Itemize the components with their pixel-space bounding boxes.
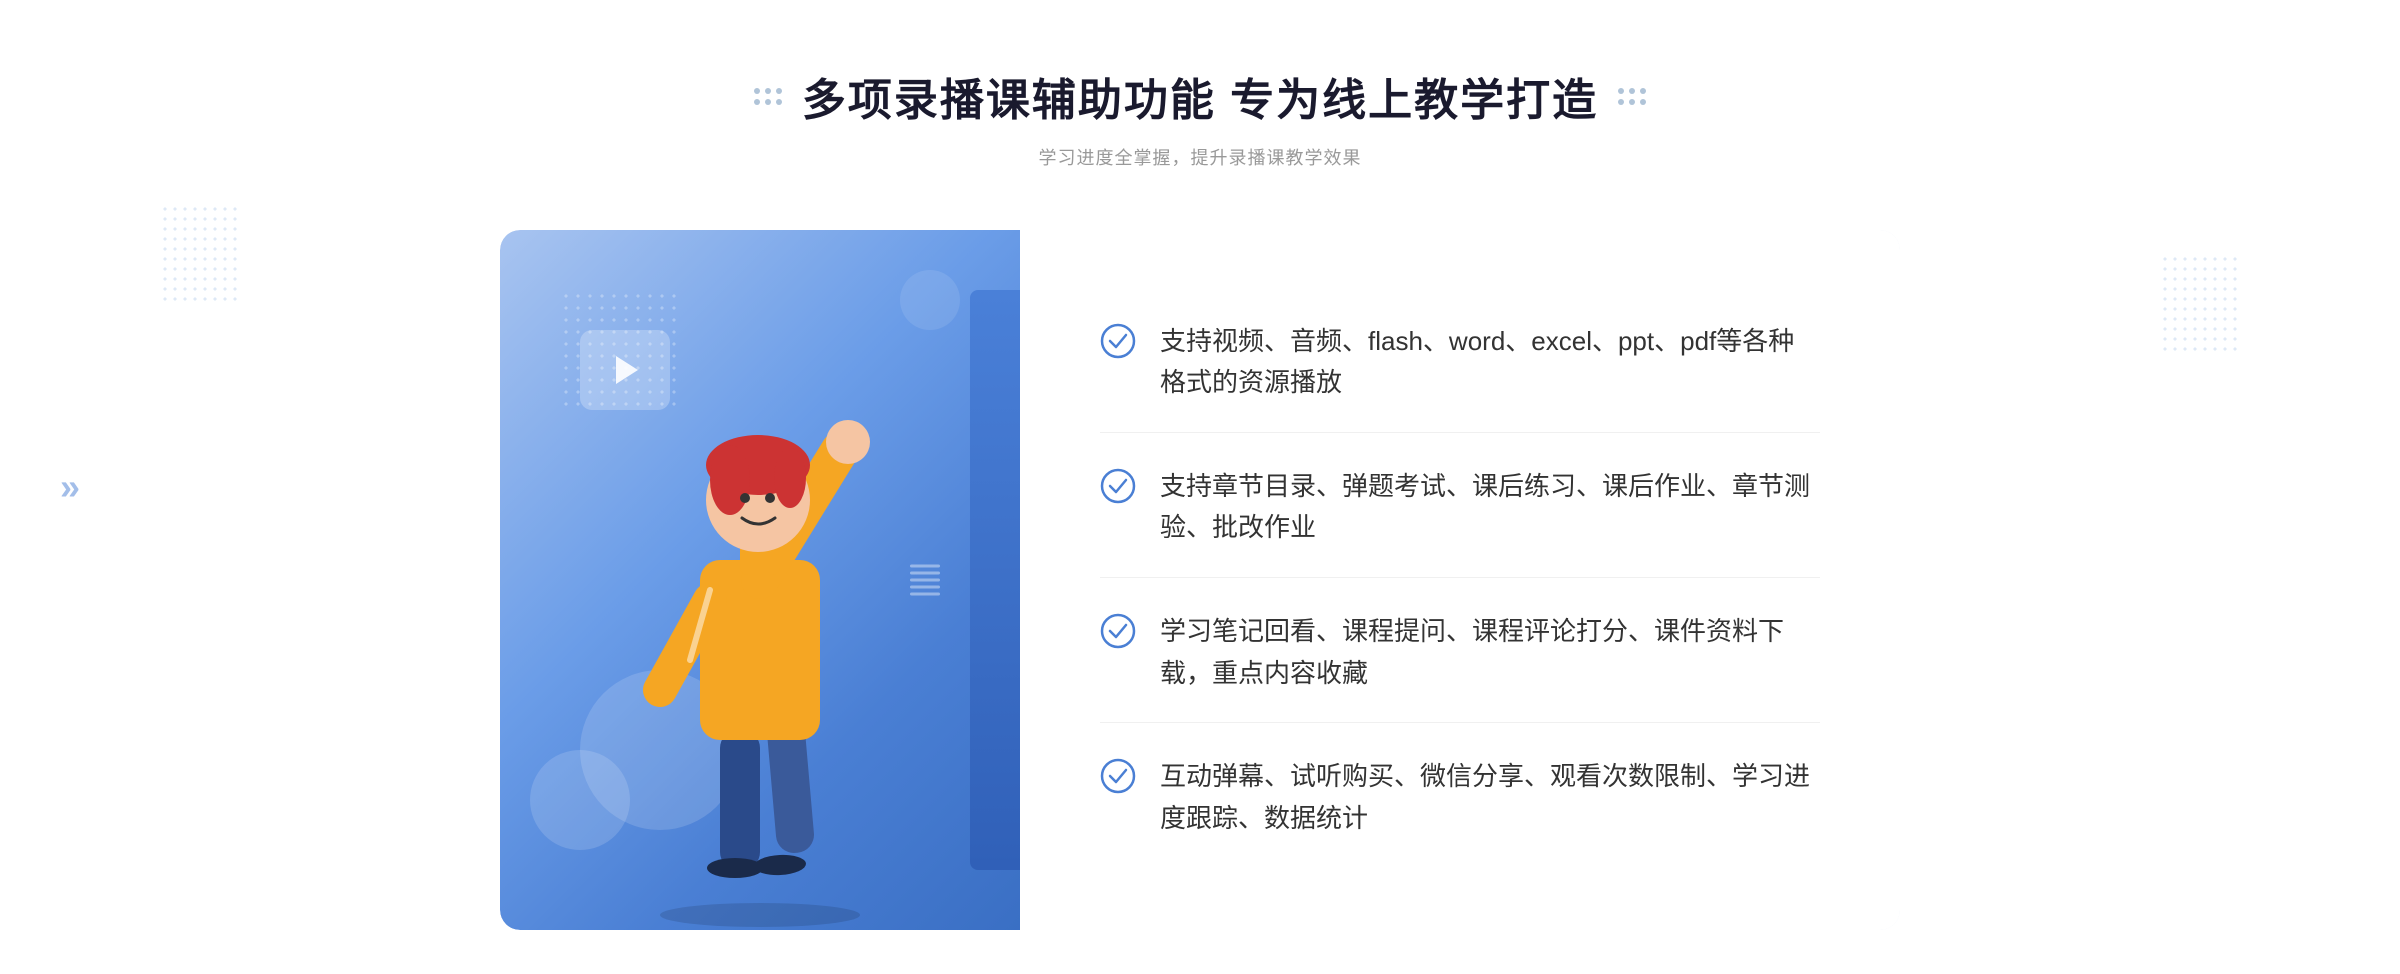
header-section: 多项录播课辅助功能 专为线上教学打造 学习进度全掌握，提升录播课教学效果: [754, 64, 1646, 170]
blue-accent-panel: [970, 290, 1020, 870]
check-icon-4: [1100, 758, 1136, 794]
circle-decoration-2: [900, 270, 960, 330]
check-icon-2: [1100, 468, 1136, 504]
person-illustration: [600, 350, 920, 930]
page-wrapper: » 多项录播课辅助功能 专为线上教学打造 学习进度全掌握，提升录播课教学效果: [0, 4, 2400, 970]
feature-item-2: 支持章节目录、弹题考试、课后练习、课后作业、章节测验、批改作业: [1100, 438, 1820, 578]
check-icon-1: [1100, 323, 1136, 359]
decorative-dots-right: [2160, 254, 2240, 354]
feature-text-1: 支持视频、音频、flash、word、excel、ppt、pdf等各种格式的资源…: [1160, 321, 1820, 404]
feature-text-2: 支持章节目录、弹题考试、课后练习、课后作业、章节测验、批改作业: [1160, 466, 1820, 549]
feature-item-4: 互动弹幕、试听购买、微信分享、观看次数限制、学习进度跟踪、数据统计: [1100, 728, 1820, 867]
header-dots-right: [1618, 88, 1646, 105]
illustration-side: [500, 230, 1020, 930]
features-side: 支持视频、音频、flash、word、excel、ppt、pdf等各种格式的资源…: [1020, 230, 1900, 930]
feature-text-4: 互动弹幕、试听购买、微信分享、观看次数限制、学习进度跟踪、数据统计: [1160, 756, 1820, 839]
title-row: 多项录播课辅助功能 专为线上教学打造: [754, 64, 1646, 128]
decorative-dots-left: [160, 204, 240, 304]
check-icon-3: [1100, 613, 1136, 649]
feature-item-1: 支持视频、音频、flash、word、excel、ppt、pdf等各种格式的资源…: [1100, 293, 1820, 433]
left-chevron-icon: »: [60, 466, 80, 508]
feature-text-3: 学习笔记回看、课程提问、课程评论打分、课件资料下载，重点内容收藏: [1160, 611, 1820, 694]
main-title: 多项录播课辅助功能 专为线上教学打造: [802, 64, 1598, 128]
subtitle: 学习进度全掌握，提升录播课教学效果: [1038, 144, 1361, 170]
feature-item-3: 学习笔记回看、课程提问、课程评论打分、课件资料下载，重点内容收藏: [1100, 583, 1820, 723]
header-dots-left: [754, 88, 782, 105]
content-area: 支持视频、音频、flash、word、excel、ppt、pdf等各种格式的资源…: [500, 230, 1900, 930]
